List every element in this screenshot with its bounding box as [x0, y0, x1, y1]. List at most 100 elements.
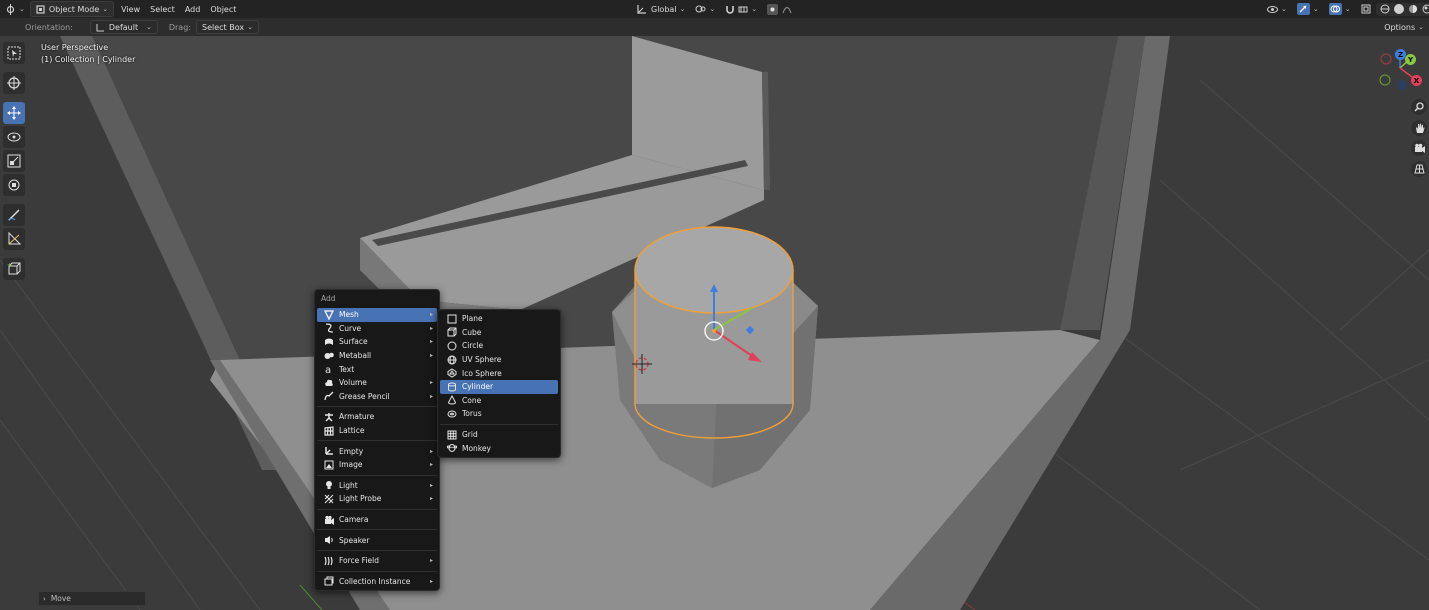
submenu-arrow-icon: ▸ [429, 311, 433, 319]
3d-viewport[interactable] [0, 0, 1429, 610]
add-menu-item-curve[interactable]: Curve ▸ [317, 322, 437, 336]
solid-shading-icon[interactable] [1393, 4, 1404, 14]
zoom-button[interactable] [1411, 99, 1427, 115]
add-menu-item-light-probe[interactable]: Light Probe ▸ [317, 492, 437, 506]
image-icon [323, 460, 334, 470]
transform-orientation-dropdown[interactable]: Global ⌄ [632, 2, 690, 16]
tool-select-box[interactable] [3, 42, 25, 64]
menu-add[interactable]: Add [180, 2, 206, 16]
add-menu-item-armature[interactable]: Armature [317, 410, 437, 424]
menu-separator [317, 474, 437, 476]
mesh-menu-item-torus[interactable]: Torus [440, 407, 558, 421]
add-menu-item-force-field[interactable]: Force Field ▸ [317, 554, 437, 568]
tool-measure[interactable] [3, 228, 25, 250]
xray-icon [1361, 4, 1371, 14]
light-probe-icon [323, 494, 334, 504]
rendered-shading-icon[interactable] [1422, 4, 1429, 14]
chevron-down-icon: ⌄ [679, 5, 686, 13]
proportional-edit-icon [767, 3, 779, 15]
mesh-menu-item-cone[interactable]: Cone [440, 394, 558, 408]
mesh-menu-item-cube[interactable]: Cube [440, 326, 558, 340]
mesh-menu-item-uv-sphere[interactable]: UV Sphere [440, 353, 558, 367]
xray-toggle[interactable] [1356, 2, 1376, 16]
axis-x-label[interactable]: X [1411, 75, 1422, 86]
overlays-toggle[interactable]: ⌄ [1324, 2, 1356, 16]
mesh-menu-item-cylinder[interactable]: Cylinder [440, 379, 558, 394]
add-menu-item-mesh[interactable]: Mesh ▸ [317, 308, 437, 322]
material-shading-icon[interactable] [1408, 4, 1418, 14]
annotate-pen-icon [7, 208, 21, 222]
tool-scale[interactable] [3, 150, 25, 172]
add-menu-item-text[interactable]: a Text [317, 362, 437, 376]
add-menu-item-metaball[interactable]: Metaball ▸ [317, 349, 437, 363]
mesh-menu-item-label: Plane [462, 314, 483, 324]
menu-separator [317, 570, 437, 572]
plane-icon [446, 314, 457, 324]
add-menu-title: Add [321, 294, 336, 303]
submenu-arrow-icon: ▸ [429, 392, 433, 400]
mesh-submenu: Plane Cube Circle UV Sphere Ico Sphere Cylind… [437, 309, 561, 458]
proportional-edit-toggle[interactable] [762, 2, 797, 16]
mesh-menu-item-label: Cube [462, 327, 482, 337]
axis-y-label[interactable]: Y [1405, 54, 1416, 65]
add-menu-item-label: Surface [339, 337, 368, 347]
tool-transform[interactable] [3, 174, 25, 196]
add-menu-item-speaker[interactable]: Speaker [317, 533, 437, 547]
tool-rotate[interactable] [3, 126, 25, 148]
measure-ruler-icon [7, 232, 21, 246]
add-menu-item-surface[interactable]: Surface ▸ [317, 335, 437, 349]
falloff-icon [782, 4, 792, 14]
snap-toggle[interactable]: ⌄ [720, 2, 762, 16]
options-dropdown[interactable]: Options ⌄ [1379, 20, 1429, 34]
orientation-dropdown[interactable]: Default ⌄ [89, 20, 158, 34]
add-menu-item-label: Mesh [339, 310, 359, 320]
add-menu-item-grease-pencil[interactable]: Grease Pencil ▸ [317, 390, 437, 404]
pivot-point-dropdown[interactable]: ⌄ [690, 2, 720, 16]
add-menu-item-empty[interactable]: Empty ▸ [317, 444, 437, 458]
add-menu-item-label: Speaker [339, 535, 370, 545]
visibility-dropdown[interactable]: ⌄ [1262, 2, 1292, 16]
add-menu-item-volume[interactable]: Volume ▸ [317, 376, 437, 390]
mesh-menu-item-ico-sphere[interactable]: Ico Sphere [440, 366, 558, 380]
gizmo-toggle[interactable]: ⌄ [1292, 2, 1324, 16]
menu-view[interactable]: View [116, 2, 145, 16]
add-menu-item-camera[interactable]: Camera [317, 513, 437, 527]
mesh-menu-item-circle[interactable]: Circle [440, 339, 558, 353]
collection-info: (1) Collection | Cylinder [41, 55, 136, 64]
mesh-menu-item-plane[interactable]: Plane [440, 312, 558, 326]
tool-move[interactable] [3, 102, 25, 124]
ico-sphere-icon [446, 368, 457, 378]
viewport-info: User Perspective (1) Collection | Cylind… [41, 42, 135, 66]
menu-select[interactable]: Select [145, 2, 180, 16]
mesh-menu-item-monkey[interactable]: Monkey [440, 441, 558, 455]
submenu-arrow-icon: ▸ [429, 495, 433, 503]
add-menu: Add Mesh ▸ Curve ▸ Surface ▸ Metaball ▸ a Text Vol… [314, 289, 440, 591]
tool-add-cube[interactable]: + [3, 258, 25, 280]
speaker-icon [323, 535, 334, 545]
menu-object[interactable]: Object [205, 2, 241, 16]
text-icon: a [323, 364, 334, 374]
navigation-gizmo[interactable]: Z Y X [1376, 46, 1424, 92]
menu-separator [317, 549, 437, 551]
mesh-menu-item-grid[interactable]: Grid [440, 428, 558, 442]
tool-annotate[interactable] [3, 204, 25, 226]
add-menu-item-collection-instance[interactable]: Collection Instance ▸ [317, 575, 437, 589]
hand-icon [1414, 123, 1425, 134]
view-name: User Perspective [41, 43, 109, 52]
tool-cursor[interactable] [3, 72, 25, 94]
add-menu-item-label: Camera [339, 515, 369, 525]
mesh-icon [323, 310, 334, 320]
add-menu-item-image[interactable]: Image ▸ [317, 458, 437, 472]
wireframe-shading-icon[interactable] [1380, 4, 1390, 14]
add-menu-item-light[interactable]: Light ▸ [317, 479, 437, 493]
editor-type-button[interactable]: ⌄ [0, 2, 30, 16]
last-operator-panel[interactable]: › Move [38, 591, 146, 606]
pan-button[interactable] [1411, 120, 1427, 136]
submenu-arrow-icon: ▸ [429, 577, 433, 585]
camera-view-button[interactable] [1411, 140, 1427, 156]
drag-dropdown[interactable]: Select Box ⌄ [195, 20, 259, 34]
add-menu-item-lattice[interactable]: Lattice [317, 424, 437, 438]
mesh-menu-item-label: Monkey [462, 443, 491, 453]
projection-toggle[interactable] [1411, 161, 1427, 177]
mode-dropdown[interactable]: Object Mode ⌄ [29, 1, 115, 17]
